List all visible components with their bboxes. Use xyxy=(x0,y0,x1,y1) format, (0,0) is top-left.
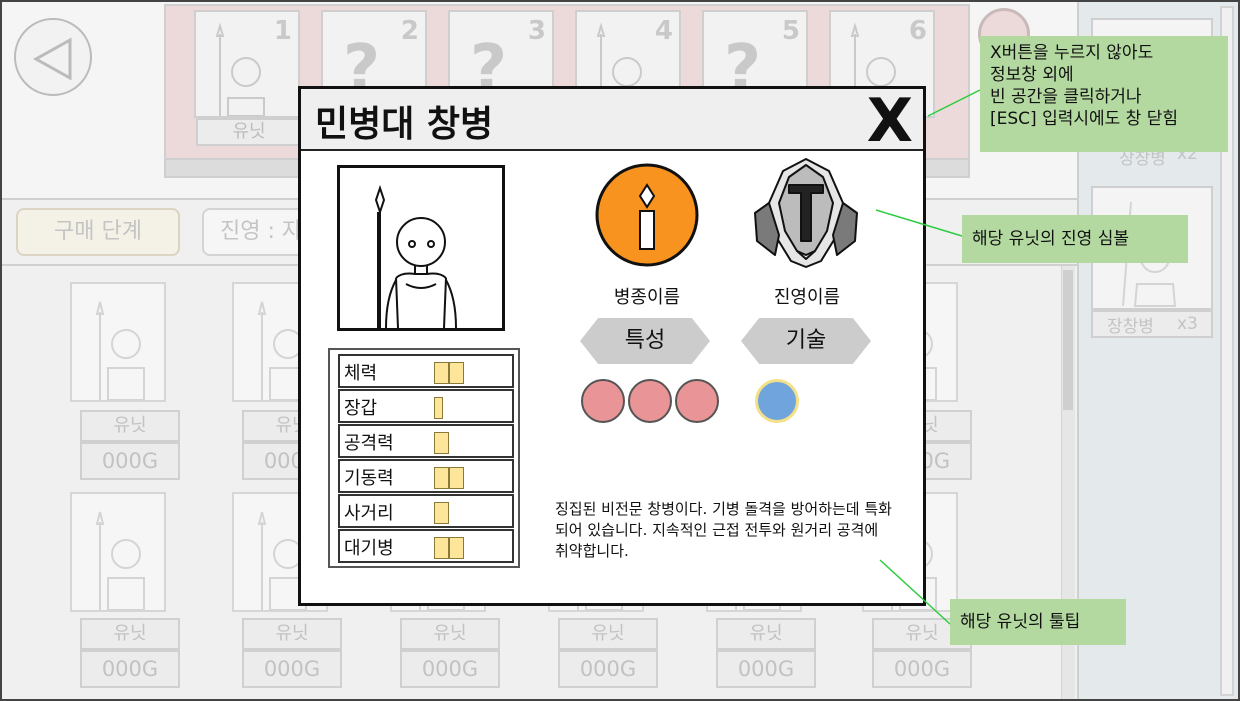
close-behavior-note: X버튼을 누르지 않아도 정보창 외에 빈 공간을 클릭하거나 [ESC] 입력… xyxy=(980,36,1228,152)
note-line: [ESC] 입력시에도 창 닫힘 xyxy=(990,109,1178,129)
note-line: X버튼을 누르지 않아도 xyxy=(990,43,1154,63)
note-line: 빈 공간을 클릭하거나 xyxy=(990,87,1142,107)
faction-symbol-note: 해당 유닛의 진영 심볼 xyxy=(962,215,1188,263)
tooltip-note: 해당 유닛의 툴팁 xyxy=(950,599,1126,645)
note-line: 정보창 외에 xyxy=(990,65,1074,85)
